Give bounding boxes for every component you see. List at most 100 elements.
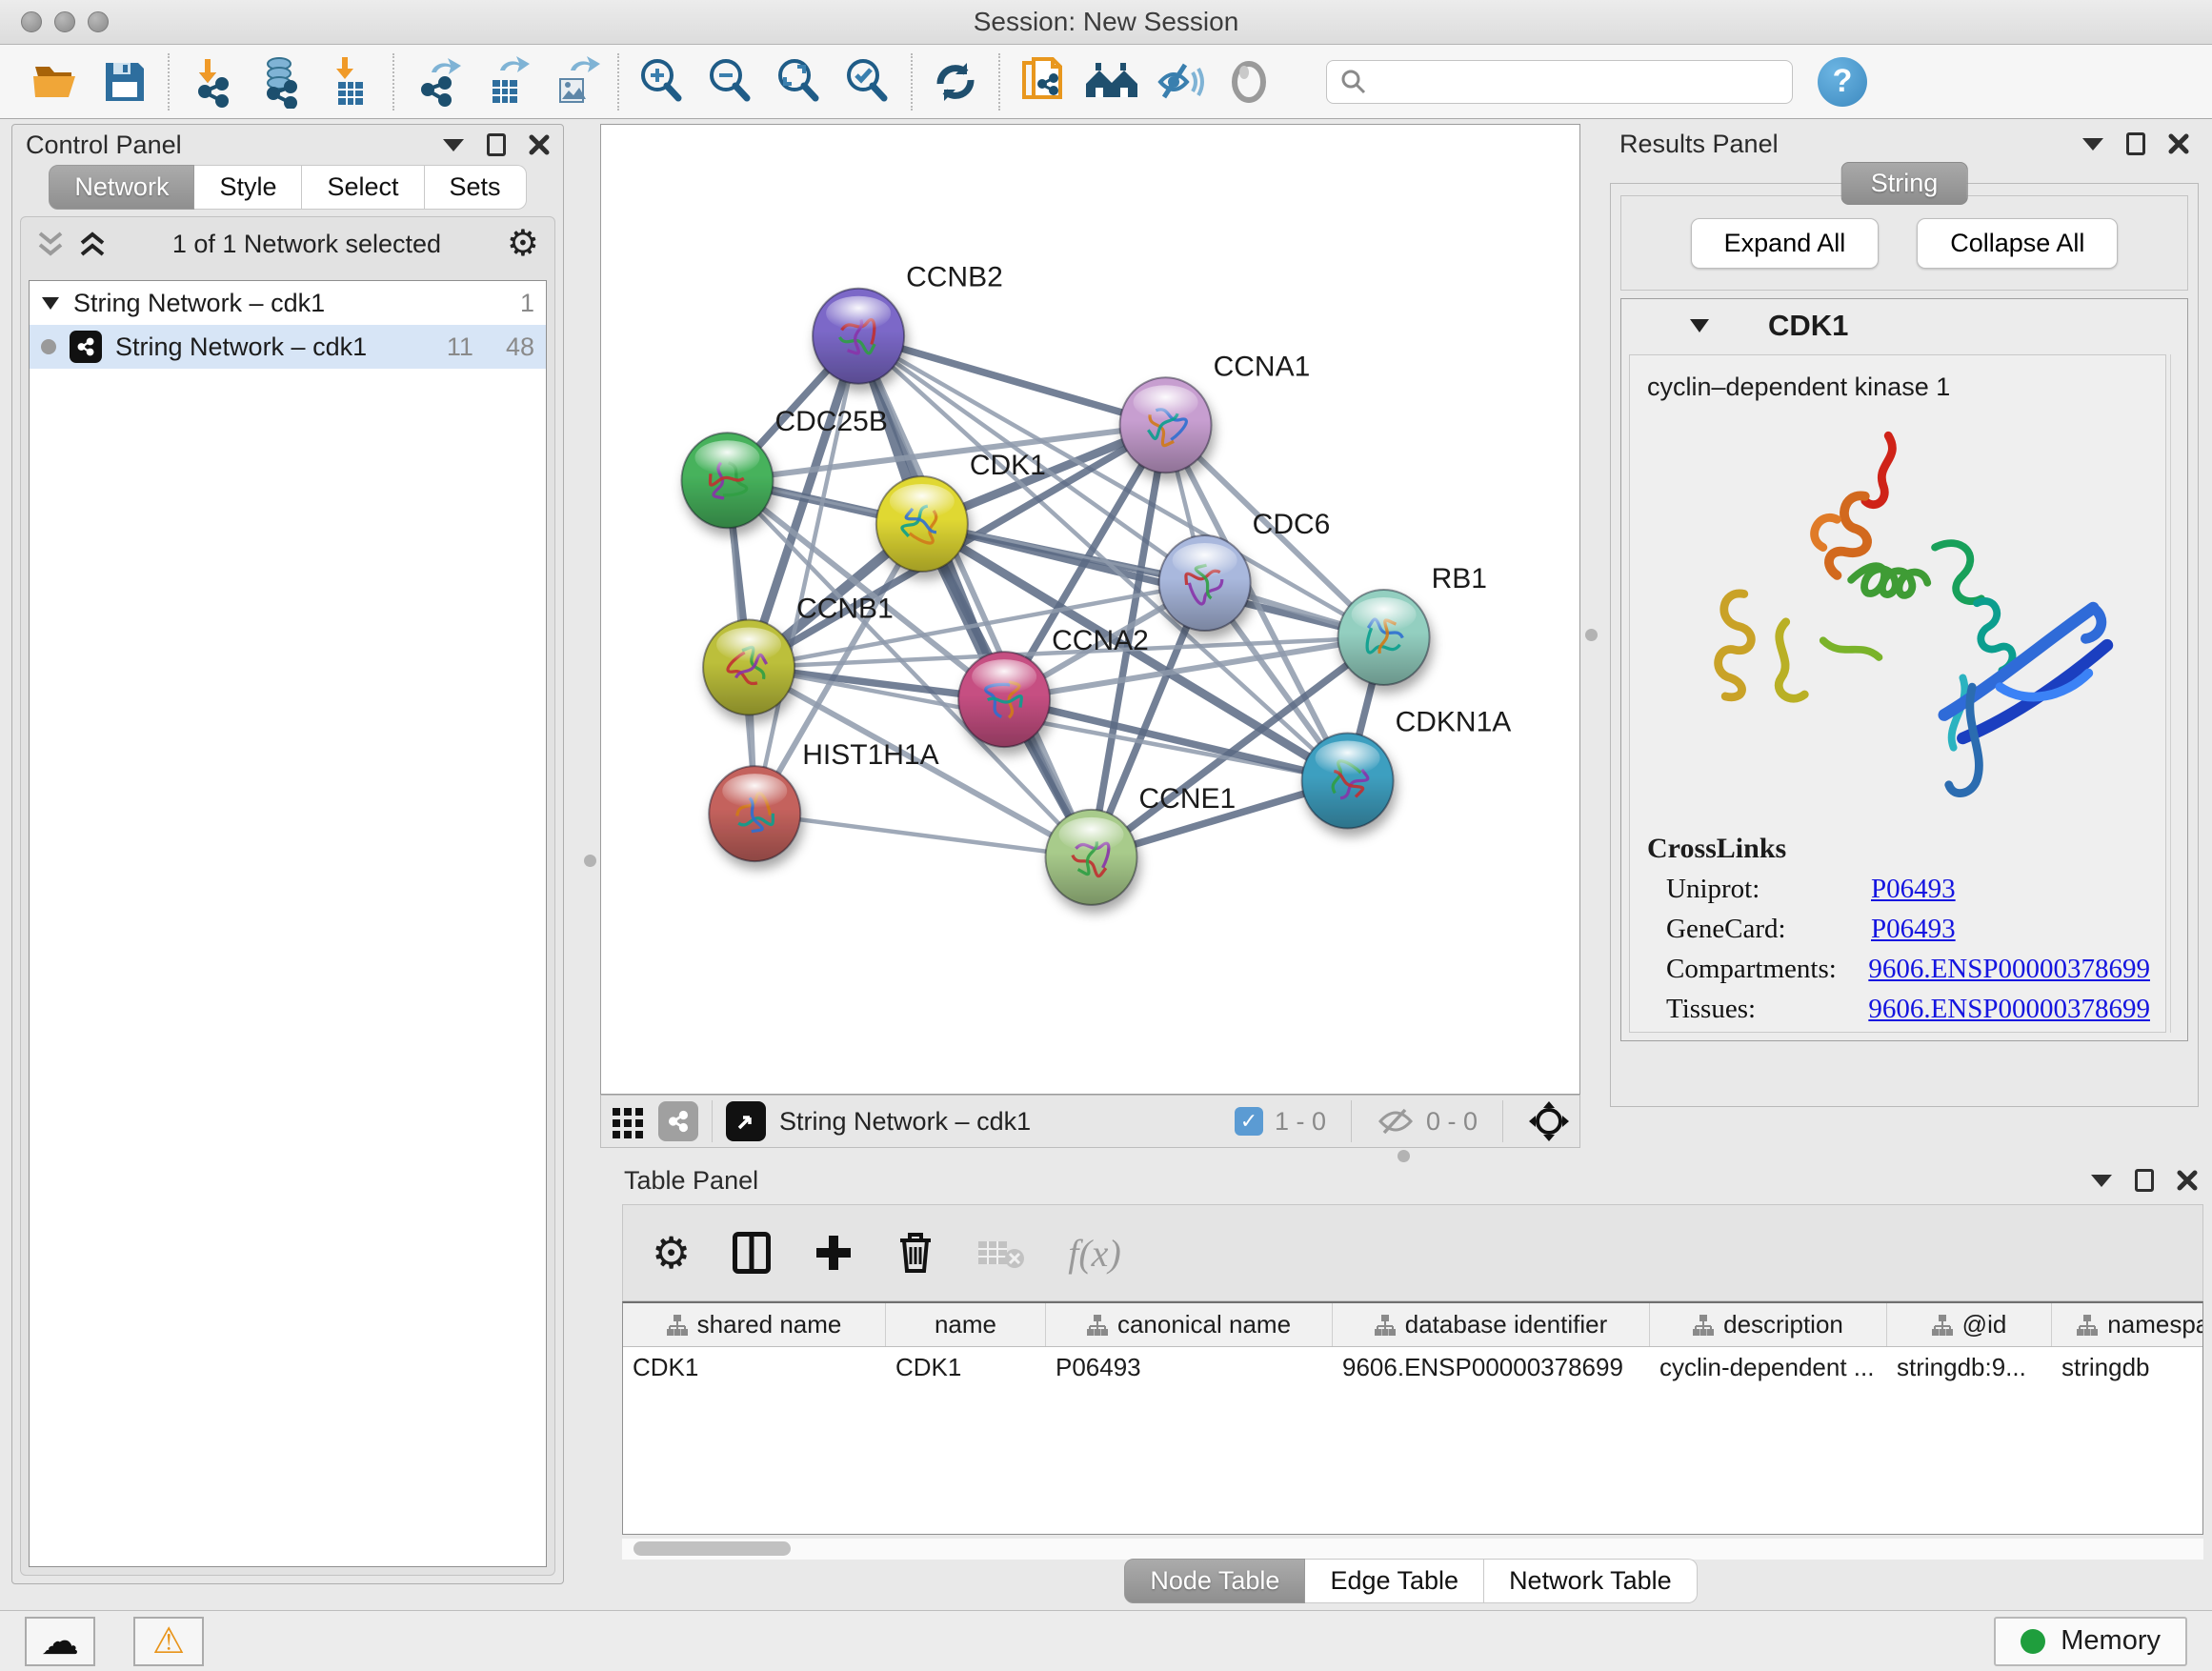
export-network-icon[interactable] bbox=[408, 52, 467, 111]
control-panel-float-icon[interactable] bbox=[487, 133, 506, 156]
column-header--id[interactable]: @id bbox=[1887, 1303, 2052, 1346]
show-columns-icon[interactable] bbox=[733, 1232, 771, 1274]
zoom-fit-icon[interactable] bbox=[770, 52, 829, 111]
column-header-database-identifier[interactable]: database identifier bbox=[1333, 1303, 1650, 1346]
node-CCNB2[interactable] bbox=[813, 289, 904, 384]
import-network-file-icon[interactable] bbox=[183, 52, 242, 111]
selected-checkbox-icon[interactable]: ✓ bbox=[1235, 1107, 1263, 1136]
table-cell[interactable]: stringdb:9... bbox=[1887, 1347, 2052, 1389]
import-network-database-icon[interactable] bbox=[251, 52, 311, 111]
node-CDC6[interactable] bbox=[1159, 535, 1251, 631]
tab-node-table[interactable]: Node Table bbox=[1124, 1559, 1305, 1603]
table-cell[interactable]: 9606.ENSP00000378699 bbox=[1333, 1347, 1650, 1389]
tab-sets[interactable]: Sets bbox=[425, 165, 527, 210]
import-table-file-icon[interactable] bbox=[320, 52, 379, 111]
hide-results-eye-icon[interactable] bbox=[1151, 52, 1210, 111]
results-panel-collapse-icon[interactable] bbox=[2082, 138, 2103, 151]
zoom-window-button[interactable] bbox=[88, 11, 109, 32]
network-graph[interactable]: CCNB2CCNA1CDC25BCDK1CDC6RB1CCNB1CCNA2CDK… bbox=[601, 125, 1579, 1094]
table-horizontal-scrollbar[interactable] bbox=[622, 1539, 2203, 1560]
gene-section-expander-icon[interactable] bbox=[1688, 317, 1711, 334]
delete-table-icon[interactable] bbox=[976, 1236, 1026, 1270]
node-CCNE1[interactable] bbox=[1046, 810, 1137, 905]
collapse-all-button[interactable]: Collapse All bbox=[1917, 218, 2118, 269]
close-window-button[interactable] bbox=[21, 11, 42, 32]
results-panel-float-icon[interactable] bbox=[2126, 132, 2145, 155]
table-cell[interactable]: CDK1 bbox=[886, 1347, 1046, 1389]
node-HIST1H1A[interactable] bbox=[709, 766, 800, 861]
column-header-name[interactable]: name bbox=[886, 1303, 1046, 1346]
network-canvas[interactable]: CCNB2CCNA1CDC25BCDK1CDC6RB1CCNB1CCNA2CDK… bbox=[600, 124, 1580, 1095]
zoom-in-icon[interactable] bbox=[633, 52, 692, 111]
open-session-icon[interactable] bbox=[27, 52, 86, 111]
home-icon[interactable] bbox=[1082, 52, 1141, 111]
column-header-namespace[interactable]: namespace bbox=[2052, 1303, 2203, 1346]
birds-eye-view-icon[interactable] bbox=[726, 1101, 766, 1141]
table-options-gear-icon[interactable]: ⚙ bbox=[652, 1231, 691, 1275]
export-table-icon[interactable] bbox=[476, 52, 535, 111]
zoom-selected-icon[interactable] bbox=[838, 52, 897, 111]
left-splitter-handle[interactable] bbox=[584, 855, 596, 867]
tab-network-table[interactable]: Network Table bbox=[1484, 1559, 1698, 1603]
fit-content-crosshair-icon[interactable] bbox=[1528, 1100, 1570, 1142]
results-tab-string[interactable]: String bbox=[1841, 162, 1968, 205]
expand-all-networks-icon[interactable] bbox=[78, 228, 107, 260]
control-panel-close-icon[interactable] bbox=[529, 134, 550, 155]
help-button[interactable]: ? bbox=[1818, 57, 1867, 107]
create-column-icon[interactable] bbox=[813, 1232, 855, 1274]
node-CDKN1A[interactable] bbox=[1302, 734, 1394, 829]
tab-edge-table[interactable]: Edge Table bbox=[1305, 1559, 1484, 1603]
share-document-icon[interactable] bbox=[1014, 52, 1073, 111]
hidden-eye-icon[interactable] bbox=[1377, 1106, 1415, 1137]
crosslink-link[interactable]: 9606.ENSP00000378699 bbox=[1868, 994, 2150, 1025]
memory-button[interactable]: Memory bbox=[1994, 1617, 2187, 1666]
network-collection-row[interactable]: String Network – cdk1 1 bbox=[30, 281, 546, 325]
save-session-icon[interactable] bbox=[95, 52, 154, 111]
column-header-canonical-name[interactable]: canonical name bbox=[1046, 1303, 1333, 1346]
bottom-splitter-handle[interactable] bbox=[1398, 1150, 1410, 1162]
tab-network[interactable]: Network bbox=[49, 165, 194, 210]
table-panel-float-icon[interactable] bbox=[2135, 1169, 2154, 1192]
export-image-icon[interactable] bbox=[545, 52, 604, 111]
table-cell[interactable]: P06493 bbox=[1046, 1347, 1333, 1389]
network-row[interactable]: String Network – cdk1 11 48 bbox=[30, 325, 546, 369]
column-header-shared-name[interactable]: shared name bbox=[623, 1303, 886, 1346]
tab-select[interactable]: Select bbox=[302, 165, 424, 210]
node-CDK1[interactable] bbox=[876, 476, 968, 572]
cloud-status-button[interactable]: ☁ bbox=[25, 1617, 95, 1666]
zoom-out-icon[interactable] bbox=[701, 52, 760, 111]
table-cell[interactable]: cyclin-dependent ... bbox=[1650, 1347, 1887, 1389]
node-RB1[interactable] bbox=[1338, 590, 1430, 685]
minimize-window-button[interactable] bbox=[54, 11, 75, 32]
node-CCNA1[interactable] bbox=[1120, 377, 1212, 473]
table-row[interactable]: CDK1CDK1P064939606.ENSP00000378699cyclin… bbox=[623, 1347, 2202, 1389]
delete-column-icon[interactable] bbox=[896, 1231, 935, 1275]
collapse-all-networks-icon[interactable] bbox=[36, 228, 65, 260]
node-CCNB1[interactable] bbox=[703, 620, 794, 715]
grid-view-icon[interactable] bbox=[611, 1104, 645, 1138]
crosslink-link[interactable]: P06493 bbox=[1871, 874, 1956, 905]
function-builder-icon[interactable]: f(x) bbox=[1068, 1231, 1121, 1276]
results-scrollbar[interactable] bbox=[2170, 354, 2183, 1033]
edge-CDK1-RB1[interactable] bbox=[922, 524, 1384, 637]
table-cell[interactable]: stringdb bbox=[2052, 1347, 2203, 1389]
search-input[interactable] bbox=[1326, 60, 1793, 104]
scrollbar-thumb[interactable] bbox=[633, 1541, 791, 1556]
refresh-icon[interactable] bbox=[926, 52, 985, 111]
show-eye-icon[interactable] bbox=[1219, 52, 1278, 111]
table-panel-close-icon[interactable] bbox=[2177, 1170, 2198, 1191]
edge-HIST1H1A-CCNE1[interactable] bbox=[754, 814, 1091, 857]
crosslink-link[interactable]: 9606.ENSP00000378699 bbox=[1868, 954, 2150, 985]
control-panel-collapse-icon[interactable] bbox=[443, 139, 464, 151]
node-CCNA2[interactable] bbox=[958, 652, 1050, 747]
crosslink-link[interactable]: P06493 bbox=[1871, 914, 1956, 945]
table-cell[interactable]: CDK1 bbox=[623, 1347, 886, 1389]
right-splitter-handle[interactable] bbox=[1585, 629, 1598, 641]
network-options-gear-icon[interactable]: ⚙ bbox=[507, 226, 539, 262]
network-view-share-icon[interactable] bbox=[658, 1101, 698, 1141]
table-panel-collapse-icon[interactable] bbox=[2091, 1175, 2112, 1187]
node-CDC25B[interactable] bbox=[681, 433, 773, 528]
column-header-description[interactable]: description bbox=[1650, 1303, 1887, 1346]
results-panel-close-icon[interactable] bbox=[2168, 133, 2189, 154]
collection-expander-icon[interactable] bbox=[41, 295, 60, 311]
